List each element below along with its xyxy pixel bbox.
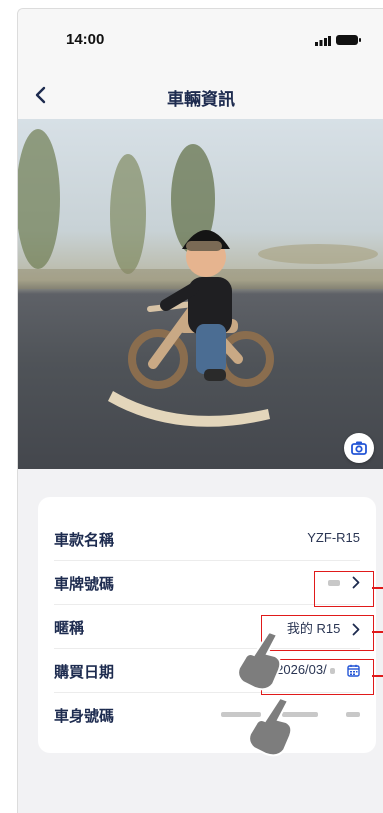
- redacted-text: [328, 579, 341, 586]
- calendar-icon[interactable]: [347, 664, 360, 677]
- child-on-balance-bike-image: [18, 129, 383, 427]
- navigation-bar: 車輛資訊: [18, 61, 383, 119]
- vin-label: 車身號碼: [54, 708, 115, 725]
- camera-icon: [351, 441, 367, 455]
- redacted-text: [220, 712, 261, 718]
- row-model-name: 車款名稱 YZF-R15: [54, 517, 360, 561]
- row-vin: 車身號碼: [54, 693, 360, 737]
- vehicle-photo: [18, 119, 383, 469]
- model-name-value: YZF-R15: [307, 530, 360, 545]
- change-photo-button[interactable]: [344, 433, 374, 463]
- page-title: 車輛資訊: [167, 90, 235, 109]
- row-nickname[interactable]: 暱稱 我的 R15: [54, 605, 360, 649]
- purchase-date-text: 2026/03/: [276, 662, 327, 677]
- vin-value: [220, 706, 360, 721]
- row-license-plate[interactable]: 車牌號碼: [54, 561, 360, 605]
- nickname-value: 我的 R15: [287, 618, 360, 637]
- chevron-right-icon: [352, 623, 360, 636]
- license-plate-label: 車牌號碼: [54, 576, 115, 593]
- signal-icon: [315, 36, 331, 46]
- purchase-date-value: 2026/03/: [276, 662, 360, 677]
- battery-icon: [336, 35, 358, 45]
- status-time: 14:00: [66, 31, 105, 48]
- status-bar: 14:00: [18, 9, 383, 61]
- redacted-text: [330, 667, 336, 674]
- phone-screen: 14:00 車輛資訊 車款名稱 YZF-R15 車牌號碼 暱稱 我的 R15 購…: [17, 8, 383, 813]
- license-plate-value: [328, 574, 360, 589]
- model-name-label: 車款名稱: [54, 532, 115, 549]
- purchase-date-label: 購買日期: [54, 664, 115, 681]
- nickname-text: 我的 R15: [286, 621, 341, 636]
- redacted-text: [346, 712, 360, 718]
- redacted-text: [282, 712, 319, 718]
- nickname-label: 暱稱: [54, 620, 85, 637]
- vehicle-info-card: 車款名稱 YZF-R15 車牌號碼 暱稱 我的 R15 購買日期 2026/03…: [38, 497, 376, 753]
- row-purchase-date[interactable]: 購買日期 2026/03/: [54, 649, 360, 693]
- chevron-right-icon: [352, 576, 360, 589]
